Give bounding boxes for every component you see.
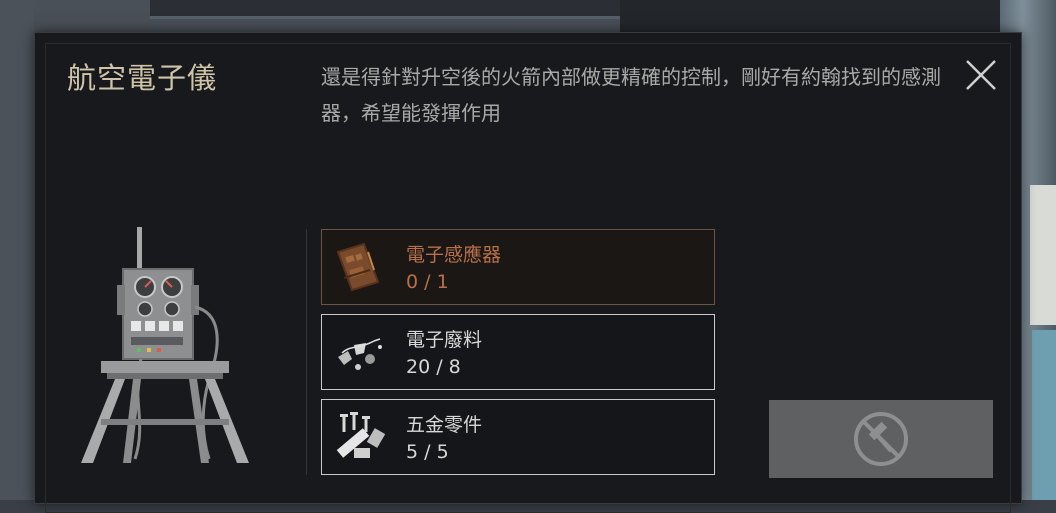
background-panel-blue [1032,330,1056,500]
requirement-count: 0 / 1 [406,271,449,293]
hardware-parts-icon [336,412,386,458]
craft-button[interactable] [769,400,993,478]
close-icon [966,60,996,90]
requirement-row: 電子廢料 20 / 8 [321,314,715,390]
panel-divider [306,229,307,475]
background-beam [620,0,1000,34]
requirement-row: 電子感應器 0 / 1 [321,229,715,305]
close-button[interactable] [963,57,999,93]
requirement-count: 5 / 5 [406,441,449,463]
requirement-name: 五金零件 [406,414,483,436]
requirement-name: 電子感應器 [406,244,502,266]
requirement-name: 電子廢料 [406,329,483,351]
item-description: 還是得針對升空後的火箭內部做更精確的控制，剛好有約翰找到的感測器，希望能發揮作用 [321,65,941,125]
avionics-machine-illustration [81,227,249,463]
background-panel [1030,185,1056,325]
no-build-hammer-icon [854,412,908,466]
requirement-row: 五金零件 5 / 5 [321,399,715,475]
circuit-board-icon [336,242,380,292]
background-wall [0,0,34,500]
electronic-scrap-icon [338,338,382,370]
item-title: 航空電子儀 [67,61,218,95]
requirement-count: 20 / 8 [406,356,461,378]
crafting-dialog: 航空電子儀 還是得針對升空後的火箭內部做更精確的控制，剛好有約翰找到的感測器，希… [34,32,1022,513]
